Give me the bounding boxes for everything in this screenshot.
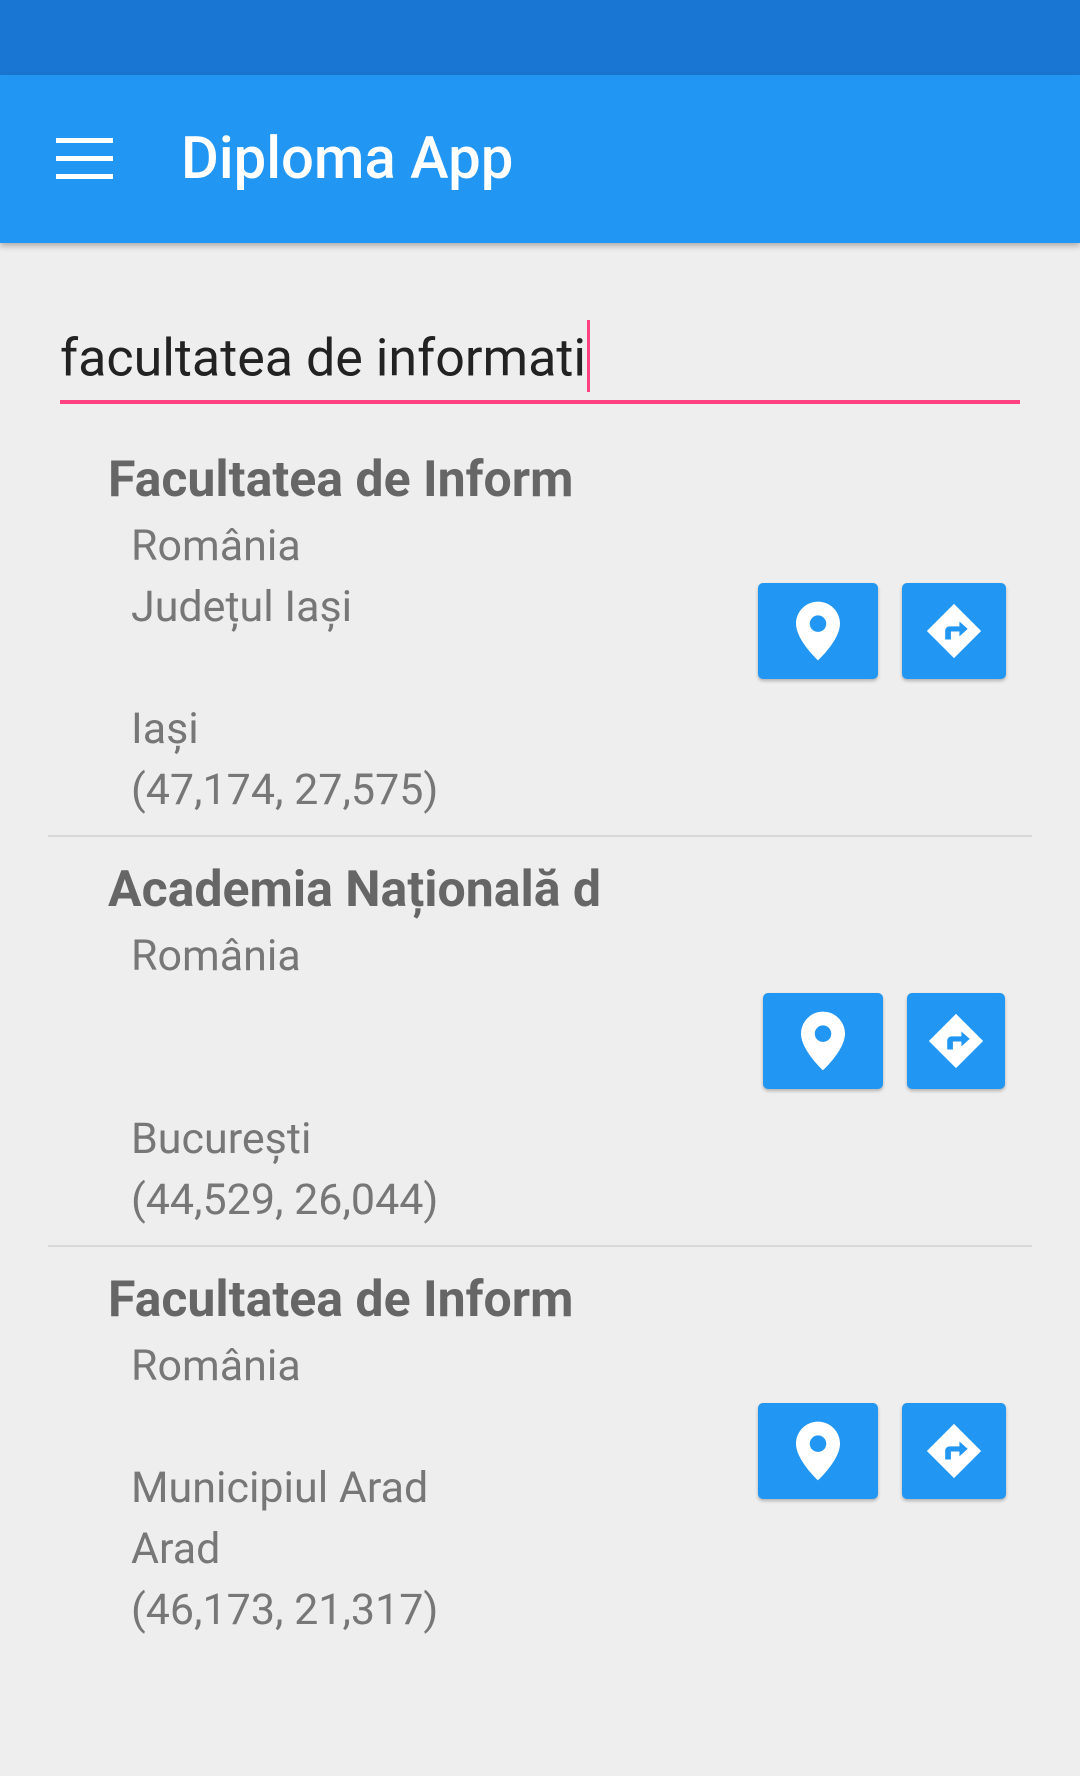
directions-icon: [926, 603, 982, 659]
text-cursor: [587, 320, 591, 392]
show-location-button[interactable]: [758, 583, 878, 679]
result-city: Iași: [131, 704, 199, 754]
result-title: Facultatea de Inform: [108, 451, 574, 509]
list-item[interactable]: Facultatea de Inform România Municipiul …: [48, 1268, 1032, 1678]
result-city: București: [131, 1114, 312, 1164]
app-bar: Diploma App: [0, 75, 1080, 243]
result-country: România: [131, 1341, 301, 1391]
result-coordinates: (47,174, 27,575): [131, 765, 439, 815]
map-marker-icon: [796, 601, 840, 661]
result-coordinates: (46,173, 21,317): [131, 1585, 439, 1635]
search-field[interactable]: facultatea de informati: [60, 320, 1020, 404]
list-divider: [48, 1245, 1032, 1247]
list-divider: [48, 835, 1032, 837]
result-country: România: [131, 521, 301, 571]
result-city: Arad: [131, 1524, 221, 1574]
directions-button[interactable]: [907, 993, 1005, 1089]
result-region: Județul Iași: [131, 582, 353, 632]
directions-button[interactable]: [902, 1403, 1006, 1499]
search-input[interactable]: facultatea de informati: [60, 328, 586, 389]
directions-icon: [926, 1423, 982, 1479]
search-underline: [60, 400, 1020, 404]
result-extra: Municipiul Arad: [131, 1463, 429, 1513]
result-title: Academia Națională d: [108, 861, 602, 919]
result-country: România: [131, 931, 301, 981]
status-bar: [0, 0, 1080, 75]
result-coordinates: (44,529, 26,044): [131, 1175, 439, 1225]
directions-button[interactable]: [902, 583, 1006, 679]
map-marker-icon: [796, 1421, 840, 1481]
directions-icon: [928, 1013, 984, 1069]
list-item[interactable]: Academia Națională d România București (…: [48, 858, 1032, 1268]
app-title: Diploma App: [181, 125, 514, 193]
show-location-button[interactable]: [758, 1403, 878, 1499]
show-location-button[interactable]: [763, 993, 883, 1089]
hamburger-menu-icon[interactable]: [56, 138, 114, 180]
map-marker-icon: [801, 1011, 845, 1071]
result-title: Facultatea de Inform: [108, 1271, 574, 1329]
list-item[interactable]: Facultatea de Inform România Județul Iaș…: [48, 448, 1032, 858]
